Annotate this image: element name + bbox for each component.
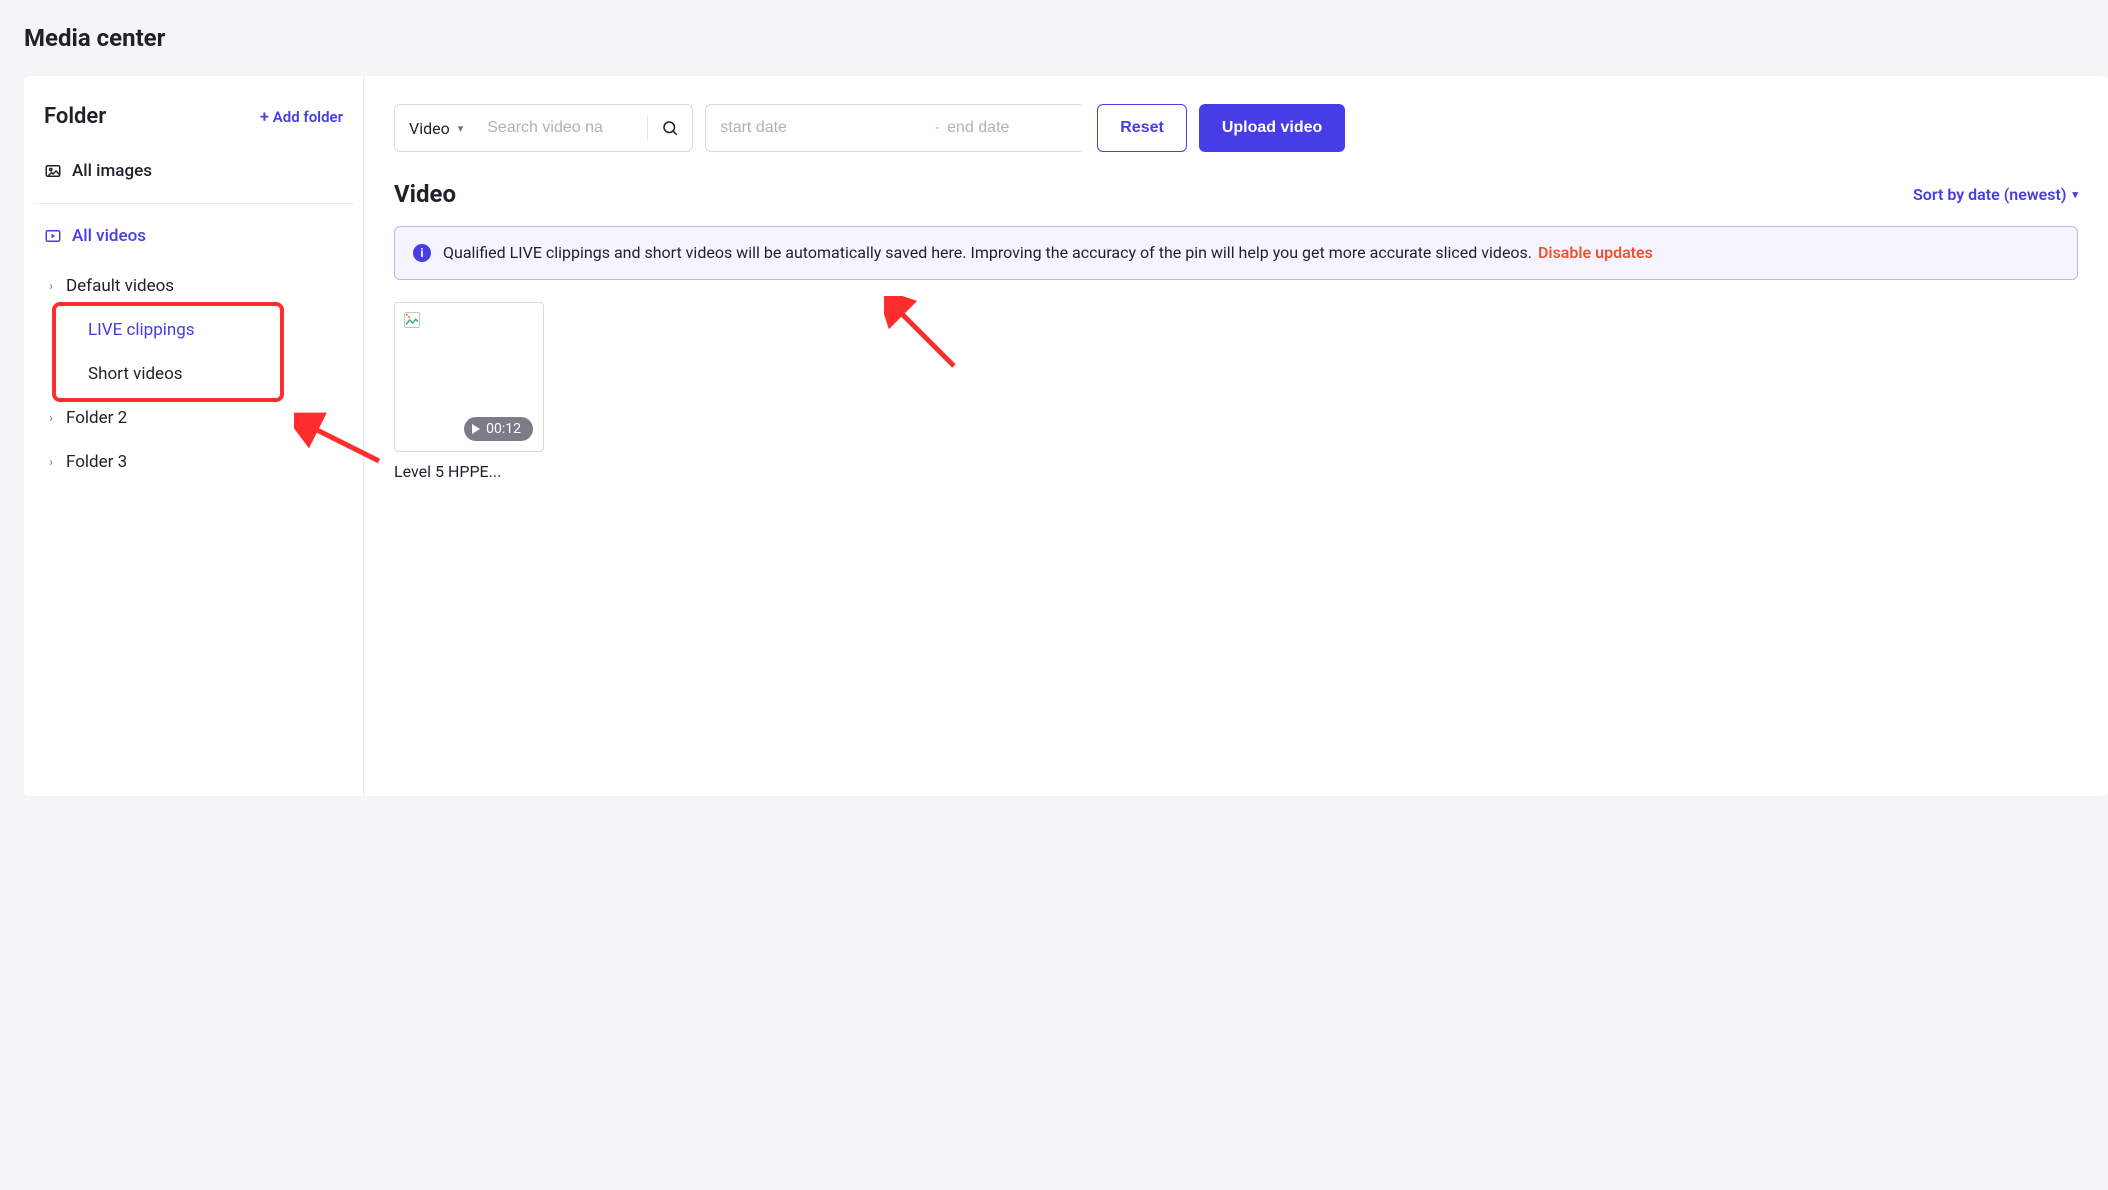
sidebar-heading: Folder bbox=[44, 104, 106, 129]
reset-button[interactable]: Reset bbox=[1097, 104, 1187, 152]
video-grid: 00:12 Level 5 HPPE... bbox=[394, 302, 2078, 481]
info-icon: i bbox=[413, 244, 431, 262]
all-videos-label: All videos bbox=[72, 226, 146, 246]
sort-dropdown[interactable]: Sort by date (newest) ▾ bbox=[1913, 185, 2078, 204]
video-title: Level 5 HPPE... bbox=[394, 462, 544, 481]
disable-updates-link[interactable]: Disable updates bbox=[1538, 243, 1653, 262]
sidebar-item-all-videos[interactable]: All videos bbox=[24, 212, 363, 260]
search-input[interactable] bbox=[477, 105, 647, 151]
info-banner: i Qualified LIVE clippings and short vid… bbox=[394, 226, 2078, 280]
range-separator: - bbox=[935, 120, 939, 136]
start-date-input[interactable] bbox=[720, 105, 927, 151]
search-combo: Video ▾ bbox=[394, 104, 693, 152]
video-icon bbox=[44, 227, 62, 245]
image-icon bbox=[44, 162, 62, 180]
tree-item-default-videos[interactable]: › Default videos bbox=[24, 264, 363, 308]
divider bbox=[34, 203, 353, 204]
tree-item-folder-3[interactable]: › Folder 3 bbox=[24, 440, 363, 484]
type-select-label: Video bbox=[409, 119, 450, 138]
video-thumbnail[interactable]: 00:12 bbox=[394, 302, 544, 452]
broken-image-icon bbox=[403, 311, 421, 329]
tree-item-label: Short videos bbox=[88, 364, 183, 384]
add-folder-label: Add folder bbox=[273, 108, 343, 126]
play-icon bbox=[472, 424, 480, 434]
type-select[interactable]: Video ▾ bbox=[395, 105, 477, 151]
chevron-down-icon: ▾ bbox=[458, 122, 464, 135]
main-content: Video ▾ - bbox=[364, 76, 2108, 796]
video-card[interactable]: 00:12 Level 5 HPPE... bbox=[394, 302, 544, 481]
tree-item-live-clippings[interactable]: LIVE clippings bbox=[24, 308, 363, 352]
info-banner-body: Qualified LIVE clippings and short video… bbox=[443, 241, 1653, 265]
chevron-right-icon: › bbox=[44, 455, 58, 469]
tree-item-folder-2[interactable]: › Folder 2 bbox=[24, 396, 363, 440]
search-button[interactable] bbox=[648, 105, 692, 151]
chevron-right-icon: › bbox=[44, 279, 58, 293]
main-panel: Folder + Add folder All images bbox=[24, 76, 2108, 796]
sort-label: Sort by date (newest) bbox=[1913, 185, 2066, 204]
all-images-label: All images bbox=[72, 161, 152, 181]
add-folder-button[interactable]: + Add folder bbox=[260, 108, 343, 126]
plus-icon: + bbox=[260, 109, 269, 125]
date-range-picker[interactable]: - bbox=[705, 104, 1085, 152]
page-title: Media center bbox=[24, 24, 2108, 52]
duration-text: 00:12 bbox=[486, 421, 521, 437]
tree-item-label: Folder 3 bbox=[66, 452, 127, 472]
tree-item-label: LIVE clippings bbox=[88, 320, 195, 340]
sidebar: Folder + Add folder All images bbox=[24, 76, 364, 796]
duration-badge: 00:12 bbox=[464, 417, 533, 441]
toolbar: Video ▾ - bbox=[394, 104, 2078, 152]
chevron-down-icon: ▾ bbox=[2072, 188, 2078, 201]
section-heading: Video bbox=[394, 180, 456, 208]
tree-item-short-videos[interactable]: Short videos bbox=[24, 352, 363, 396]
sidebar-item-all-images[interactable]: All images bbox=[24, 147, 363, 195]
tree-item-label: Default videos bbox=[66, 276, 174, 296]
tree-item-label: Folder 2 bbox=[66, 408, 127, 428]
folder-tree: › Default videos LIVE clippings Short vi… bbox=[24, 260, 363, 488]
upload-video-button[interactable]: Upload video bbox=[1199, 104, 1345, 152]
chevron-right-icon: › bbox=[44, 411, 58, 425]
search-icon bbox=[661, 119, 679, 137]
info-banner-text: Qualified LIVE clippings and short video… bbox=[443, 243, 1532, 262]
